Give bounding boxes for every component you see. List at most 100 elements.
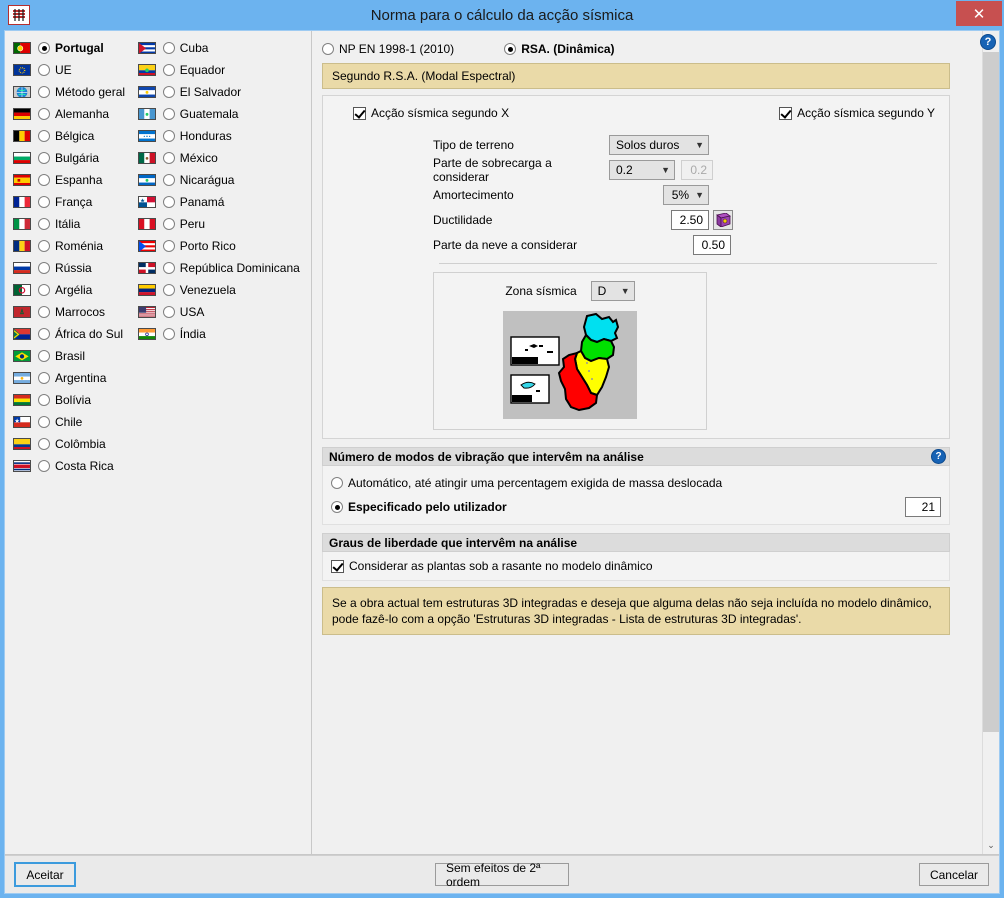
country-radio-algeria[interactable] xyxy=(38,284,50,296)
dof-checkbox-row[interactable]: Considerar as plantas sob a rasante no m… xyxy=(323,556,949,576)
country-item-globe[interactable]: Método geral xyxy=(13,81,138,103)
country-radio-usa[interactable] xyxy=(162,306,175,318)
help-icon[interactable]: ? xyxy=(980,34,996,50)
country-item-colombia[interactable]: Colômbia xyxy=(13,433,138,455)
country-radio-romania[interactable] xyxy=(38,240,50,252)
country-radio-mexico[interactable] xyxy=(162,152,175,164)
country-item-france[interactable]: França xyxy=(13,191,138,213)
sobrecarga-combo[interactable]: 0.2 ▼ xyxy=(609,159,675,180)
panel-help-button[interactable]: ? xyxy=(980,34,997,51)
amortecimento-combo[interactable]: 5% ▼ xyxy=(663,184,709,205)
country-radio-chile[interactable] xyxy=(38,416,50,428)
country-item-panama[interactable]: Panamá xyxy=(137,191,311,213)
seismic-x-option[interactable]: Acção sísmica segundo X xyxy=(353,106,509,120)
modes-auto-radio[interactable] xyxy=(331,477,343,489)
country-radio-south-africa[interactable] xyxy=(38,328,50,340)
vertical-scrollbar[interactable]: ⌃ ⌄ xyxy=(982,31,999,854)
country-item-spain[interactable]: Espanha xyxy=(13,169,138,191)
country-item-peru[interactable]: Peru xyxy=(137,213,311,235)
seismic-x-checkbox[interactable] xyxy=(353,106,366,120)
close-button[interactable]: ✕ xyxy=(956,1,1002,26)
country-item-eu[interactable]: UE xyxy=(13,59,138,81)
country-radio-cuba[interactable] xyxy=(162,42,175,54)
country-radio-colombia[interactable] xyxy=(38,438,50,450)
country-radio-peru[interactable] xyxy=(162,218,175,230)
country-radio-bulgaria[interactable] xyxy=(38,152,50,164)
country-item-costa-rica[interactable]: Costa Rica xyxy=(13,455,138,477)
country-item-chile[interactable]: Chile xyxy=(13,411,138,433)
modes-user-value-field[interactable]: 21 xyxy=(905,497,941,517)
accept-button[interactable]: Aceitar xyxy=(14,862,76,887)
country-radio-nicaragua[interactable] xyxy=(162,174,175,186)
country-radio-globe[interactable] xyxy=(38,86,50,98)
country-radio-spain[interactable] xyxy=(38,174,50,186)
country-radio-france[interactable] xyxy=(38,196,50,208)
second-order-effects-button[interactable]: Sem efeitos de 2ª ordem xyxy=(435,861,569,889)
terreno-combo[interactable]: Solos duros ▼ xyxy=(609,134,709,155)
country-radio-guatemala[interactable] xyxy=(162,108,175,120)
country-radio-ecuador[interactable] xyxy=(162,64,175,76)
cancel-button[interactable]: Cancelar xyxy=(918,863,989,886)
modes-auto-row[interactable]: Automático, até atingir uma percentagem … xyxy=(323,471,949,495)
zone-combo[interactable]: D ▼ xyxy=(590,281,635,301)
country-item-el-salvador[interactable]: El Salvador xyxy=(137,81,311,103)
country-item-mexico[interactable]: México xyxy=(137,147,311,169)
country-radio-honduras[interactable] xyxy=(162,130,175,142)
country-item-puerto-rico[interactable]: Porto Rico xyxy=(137,235,311,257)
country-item-argentina[interactable]: Argentina xyxy=(13,367,138,389)
country-item-italy[interactable]: Itália xyxy=(13,213,138,235)
country-item-nicaragua[interactable]: Nicarágua xyxy=(137,169,311,191)
country-radio-venezuela[interactable] xyxy=(162,284,175,296)
scroll-down-button[interactable]: ⌄ xyxy=(983,837,999,854)
modes-user-row[interactable]: Especificado pelo utilizador 21 xyxy=(323,495,949,519)
country-radio-eu[interactable] xyxy=(38,64,50,76)
country-radio-panama[interactable] xyxy=(162,196,175,208)
country-radio-argentina[interactable] xyxy=(38,372,50,384)
country-item-romania[interactable]: Roménia xyxy=(13,235,138,257)
country-item-bolivia[interactable]: Bolívia xyxy=(13,389,138,411)
country-item-cuba[interactable]: Cuba xyxy=(137,37,311,59)
country-radio-bolivia[interactable] xyxy=(38,394,50,406)
country-item-venezuela[interactable]: Venezuela xyxy=(137,279,311,301)
country-radio-belgium[interactable] xyxy=(38,130,50,142)
country-item-germany[interactable]: Alemanha xyxy=(13,103,138,125)
country-radio-russia[interactable] xyxy=(38,262,50,274)
book-icon[interactable] xyxy=(713,209,733,230)
country-item-algeria[interactable]: Argélia xyxy=(13,279,138,301)
country-item-south-africa[interactable]: África do Sul xyxy=(13,323,138,345)
scrollbar-track[interactable] xyxy=(983,48,999,837)
country-item-ecuador[interactable]: Equador xyxy=(137,59,311,81)
country-item-usa[interactable]: USA xyxy=(137,301,311,323)
country-radio-portugal[interactable] xyxy=(38,42,50,54)
country-radio-morocco[interactable] xyxy=(38,306,50,318)
neve-field[interactable]: 0.50 xyxy=(693,234,731,255)
norm-rsa-radio[interactable] xyxy=(504,43,517,55)
modes-user-radio[interactable] xyxy=(331,501,343,513)
country-item-honduras[interactable]: Honduras xyxy=(137,125,311,147)
seismic-y-checkbox[interactable] xyxy=(779,106,793,120)
country-radio-dominican-republic[interactable] xyxy=(162,262,175,274)
norm-option-np-en[interactable]: NP EN 1998-1 (2010) xyxy=(322,42,454,56)
country-item-belgium[interactable]: Bélgica xyxy=(13,125,138,147)
country-item-portugal[interactable]: Portugal xyxy=(13,37,138,59)
norm-option-rsa[interactable]: RSA. (Dinâmica) xyxy=(504,42,615,56)
country-radio-el-salvador[interactable] xyxy=(162,86,175,98)
country-radio-brazil[interactable] xyxy=(38,350,50,362)
country-item-dominican-republic[interactable]: República Dominicana xyxy=(137,257,311,279)
country-item-russia[interactable]: Rússia xyxy=(13,257,138,279)
scrollbar-thumb[interactable] xyxy=(983,52,999,732)
country-item-india[interactable]: Índia xyxy=(137,323,311,345)
seismic-y-option[interactable]: Acção sísmica segundo Y xyxy=(779,106,935,120)
help-icon[interactable]: ? xyxy=(931,449,946,464)
dof-checkbox[interactable] xyxy=(331,559,344,573)
ductilidade-field[interactable]: 2.50 xyxy=(671,209,709,230)
country-radio-germany[interactable] xyxy=(38,108,50,120)
country-radio-puerto-rico[interactable] xyxy=(162,240,175,252)
country-item-morocco[interactable]: Marrocos xyxy=(13,301,138,323)
country-radio-india[interactable] xyxy=(162,328,175,340)
country-item-brazil[interactable]: Brasil xyxy=(13,345,138,367)
country-radio-costa-rica[interactable] xyxy=(38,460,50,472)
country-item-bulgaria[interactable]: Bulgária xyxy=(13,147,138,169)
norm-np-radio[interactable] xyxy=(322,43,334,55)
country-item-guatemala[interactable]: Guatemala xyxy=(137,103,311,125)
